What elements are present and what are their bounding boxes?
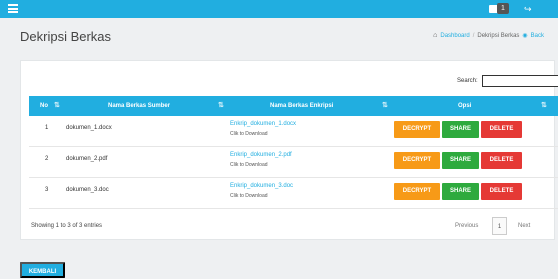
breadcrumb: ⌂ Dashboard / Dekripsi Berkas ◉ Back xyxy=(433,32,544,39)
menu-icon[interactable] xyxy=(8,4,18,13)
download-hint: Clik to Download xyxy=(230,131,268,137)
page-number-button[interactable]: 1 xyxy=(492,217,507,235)
delete-button[interactable]: DELETE xyxy=(481,183,522,200)
download-hint: Clik to Download xyxy=(230,162,268,168)
logout-icon[interactable]: ↪ xyxy=(524,4,534,14)
decrypt-button[interactable]: DECRYPT xyxy=(394,121,440,138)
column-header-no[interactable]: No xyxy=(40,96,48,116)
sort-icon[interactable]: ⇅ xyxy=(218,96,224,116)
encrypted-filename-link[interactable]: Enkrip_dokumen_2.pdf xyxy=(230,152,292,158)
page-title: Dekripsi Berkas xyxy=(20,29,112,44)
files-table: No ⇅ Nama Berkas Sumber ⇅ Nama Berkas En… xyxy=(29,96,558,209)
table-row: 3 dokumen_3.doc Enkrip_dokumen_3.doc Cli… xyxy=(29,178,558,209)
share-button[interactable]: SHARE xyxy=(442,152,479,169)
source-filename: dokumen_2.pdf xyxy=(66,156,108,162)
delete-button[interactable]: DELETE xyxy=(481,152,522,169)
source-filename: dokumen_1.docx xyxy=(66,125,112,131)
sort-icon[interactable]: ⇅ xyxy=(541,96,547,116)
row-number: 2 xyxy=(45,156,49,162)
top-navbar: 1 ↪ xyxy=(0,0,558,18)
column-header-options[interactable]: Opsi xyxy=(458,96,471,116)
delete-button[interactable]: DELETE xyxy=(481,121,522,138)
column-header-source[interactable]: Nama Berkas Sumber xyxy=(108,96,170,116)
back-circle-icon[interactable]: ◉ xyxy=(522,32,527,39)
source-filename: dokumen_3.doc xyxy=(66,187,109,193)
back-button[interactable]: KEMBALI xyxy=(20,262,65,278)
encrypted-filename-link[interactable]: Enkrip_dokumen_3.doc xyxy=(230,183,293,189)
breadcrumb-back[interactable]: Back xyxy=(531,33,544,39)
table-row: 2 dokumen_2.pdf Enkrip_dokumen_2.pdf Cli… xyxy=(29,147,558,178)
share-button[interactable]: SHARE xyxy=(442,121,479,138)
sort-icon[interactable]: ⇅ xyxy=(382,96,388,116)
table-header: No ⇅ Nama Berkas Sumber ⇅ Nama Berkas En… xyxy=(29,96,558,116)
notification-badge: 1 xyxy=(497,3,509,14)
share-button[interactable]: SHARE xyxy=(442,183,479,200)
encrypted-filename-link[interactable]: Enkrip_dokumen_1.docx xyxy=(230,121,296,127)
home-icon[interactable]: ⌂ xyxy=(433,32,437,39)
previous-page-button[interactable]: Previous xyxy=(455,217,478,235)
row-number: 3 xyxy=(45,187,49,193)
decrypt-button[interactable]: DECRYPT xyxy=(394,183,440,200)
table-row: 1 dokumen_1.docx Enkrip_dokumen_1.docx C… xyxy=(29,116,558,147)
search-input[interactable] xyxy=(482,75,558,87)
decrypt-button[interactable]: DECRYPT xyxy=(394,152,440,169)
next-page-button[interactable]: Next xyxy=(518,217,530,235)
download-hint: Clik to Download xyxy=(230,193,268,199)
search-label: Search: xyxy=(457,78,478,84)
column-header-encrypted[interactable]: Nama Berkas Enkripsi xyxy=(270,96,333,116)
sort-icon[interactable]: ⇅ xyxy=(54,96,60,116)
row-number: 1 xyxy=(45,125,49,131)
breadcrumb-current: Dekripsi Berkas xyxy=(477,32,520,39)
content-panel: Search: No ⇅ Nama Berkas Sumber ⇅ Nama B… xyxy=(20,60,558,240)
table-info: Showing 1 to 3 of 3 entries xyxy=(31,223,103,229)
breadcrumb-separator: / xyxy=(472,32,475,39)
breadcrumb-dashboard[interactable]: Dashboard xyxy=(440,33,469,39)
